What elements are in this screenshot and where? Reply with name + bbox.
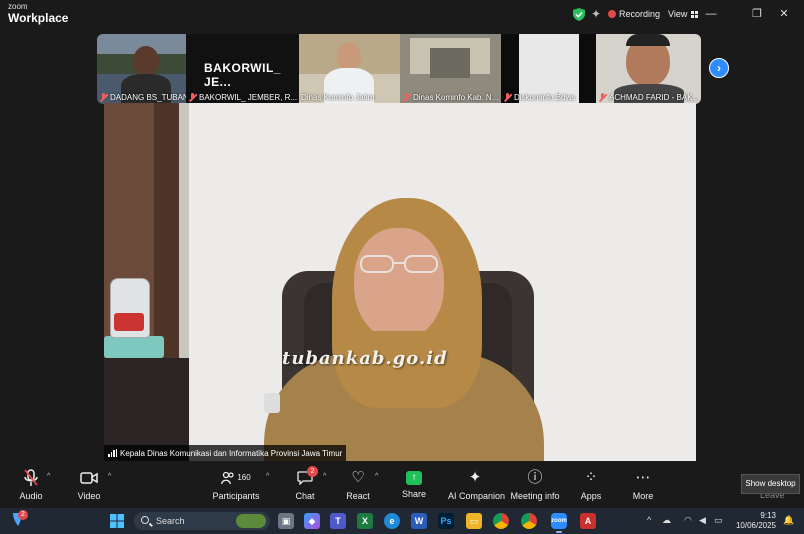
notification-badge: 2 <box>18 510 28 520</box>
notification-bell-icon[interactable]: 🔔 <box>783 515 794 526</box>
acrobat-icon[interactable]: A <box>580 513 596 529</box>
brand-top: zoom <box>8 2 28 11</box>
running-indicator <box>556 531 562 533</box>
participants-icon: 160 <box>212 467 260 489</box>
muted-mic-icon <box>503 93 512 102</box>
participant-gallery: DADANG BS_TUBAN BAKORWIL_ JE... BAKORWIL… <box>97 34 701 104</box>
participant-name: BAKORWIL_ JEMBER, R... <box>188 93 297 102</box>
video-camera-icon <box>74 467 104 489</box>
video-button[interactable]: Video <box>74 467 104 501</box>
ai-sparkle-icon[interactable]: ✦ <box>591 7 601 21</box>
audio-options-caret[interactable]: ^ <box>47 473 50 480</box>
participant-tile[interactable]: Dinas Kominfo Jatim <box>299 34 400 104</box>
title-bar: zoom Workplace ✦ Recording View — ❐ ✕ <box>0 0 804 30</box>
view-button[interactable]: View <box>668 9 699 19</box>
muted-mic-icon <box>598 93 607 102</box>
meeting-info-button[interactable]: ⓘ Meeting info <box>510 467 560 501</box>
active-speaker-video: tubankab.go.id Kepala Dinas Komunikasi d… <box>104 103 696 461</box>
copilot-icon[interactable]: ◆ <box>304 513 320 529</box>
task-view-icon[interactable]: ▣ <box>278 513 294 529</box>
battery-icon[interactable]: ▭ <box>714 515 723 526</box>
chrome-icon[interactable] <box>493 513 509 529</box>
windows-taskbar: 2 Search ▣ ◆ T X e W Ps ▭ zoom A ^ ☁ ◠ ◀… <box>0 508 804 534</box>
participants-options-caret[interactable]: ^ <box>266 473 269 480</box>
speaker-name-label: Kepala Dinas Komunikasi dan Informatika … <box>104 445 347 461</box>
search-placeholder: Search <box>156 516 185 526</box>
signal-strength-icon <box>108 449 117 457</box>
heart-icon: ♡ <box>351 469 365 486</box>
participant-display-name: BAKORWIL_ JE... <box>204 61 281 89</box>
participant-tile[interactable]: Diskominfo Bdws <box>501 34 596 104</box>
recording-indicator[interactable]: Recording <box>608 9 660 19</box>
chrome-profile-icon[interactable] <box>521 513 537 529</box>
clock-date: 10/06/2025 <box>735 521 776 530</box>
participant-name: Diskominfo Bdws <box>503 93 575 102</box>
meeting-toolbar: Audio ^ Video ^ 160 Participants ^ Chat … <box>0 462 804 506</box>
glasses <box>360 255 438 273</box>
participants-count: 160 <box>237 473 251 482</box>
minimize-button[interactable]: — <box>702 6 720 22</box>
audio-button[interactable]: Audio <box>16 467 46 501</box>
clock-time: 9:13 <box>760 511 776 520</box>
ai-companion-button[interactable]: ✦ AI Companion <box>448 467 505 501</box>
widgets-button[interactable]: 2 <box>10 510 28 532</box>
grid-view-icon <box>691 10 699 18</box>
show-desktop-tooltip: Show desktop <box>741 474 800 494</box>
apps-button[interactable]: ⁘ Apps <box>577 467 605 501</box>
react-button[interactable]: ♡ React <box>343 467 373 501</box>
photoshop-icon[interactable]: Ps <box>438 513 454 529</box>
participant-name: Dinas Kominfo Jatim <box>301 93 375 102</box>
muted-mic-icon <box>188 93 197 102</box>
participants-button[interactable]: 160 Participants <box>212 467 260 501</box>
file-explorer-icon[interactable]: ▭ <box>466 513 482 529</box>
participant-tile[interactable]: Dinas Kominfo Kab. N... <box>400 34 501 104</box>
participant-tile[interactable]: ACHMAD FARID - BAK... <box>596 34 701 104</box>
participant-tile[interactable]: DADANG BS_TUBAN <box>97 34 186 104</box>
chevron-right-icon[interactable]: › <box>709 58 729 78</box>
brand-bottom: Workplace <box>8 11 69 25</box>
muted-mic-icon <box>99 93 108 102</box>
participant-name: ACHMAD FARID - BAK... <box>598 93 699 102</box>
participant-name: Dinas Kominfo Kab. N... <box>402 93 498 102</box>
muted-microphone-icon <box>16 467 46 489</box>
security-shield-icon[interactable] <box>573 8 585 21</box>
onedrive-icon[interactable]: ☁ <box>662 515 671 526</box>
apps-icon: ⁘ <box>584 469 598 486</box>
excel-icon[interactable]: X <box>357 513 373 529</box>
close-button[interactable]: ✕ <box>775 6 793 22</box>
word-icon[interactable]: W <box>411 513 427 529</box>
participant-name: DADANG BS_TUBAN <box>99 93 186 102</box>
react-options-caret[interactable]: ^ <box>375 473 378 480</box>
tray-chevron-icon[interactable]: ^ <box>647 515 651 525</box>
share-arrow-icon: ↑ <box>406 471 422 485</box>
search-highlight-icon <box>236 514 266 528</box>
info-icon: ⓘ <box>527 469 543 486</box>
recording-label: Recording <box>619 9 661 19</box>
taskbar-search-box[interactable]: Search <box>134 512 270 530</box>
participant-tile[interactable]: BAKORWIL_ JE... BAKORWIL_ JEMBER, R... <box>186 34 299 104</box>
more-dots-icon: ⋯ <box>635 469 651 486</box>
muted-mic-icon <box>402 93 411 102</box>
chat-options-caret[interactable]: ^ <box>323 473 326 480</box>
zoom-logo: zoom Workplace <box>8 2 69 25</box>
edge-icon[interactable]: e <box>384 513 400 529</box>
restore-button[interactable]: ❐ <box>748 6 766 22</box>
windows-start-icon[interactable] <box>109 513 125 529</box>
taskbar-clock[interactable]: 9:13 10/06/2025 <box>732 511 776 531</box>
watermark: tubankab.go.id <box>282 348 448 369</box>
wifi-icon[interactable]: ◠ <box>684 515 692 526</box>
more-button[interactable]: ⋯ More <box>628 467 658 501</box>
ai-sparkle-icon: ✦ <box>468 469 482 486</box>
chat-unread-badge: 2 <box>307 466 318 477</box>
recording-dot-icon <box>608 10 616 18</box>
video-options-caret[interactable]: ^ <box>108 473 111 480</box>
share-button[interactable]: ↑ Share <box>399 467 429 499</box>
search-icon <box>141 516 149 524</box>
view-label: View <box>668 9 688 19</box>
volume-icon[interactable]: ◀ <box>699 515 706 526</box>
teams-icon[interactable]: T <box>330 513 346 529</box>
zoom-app-icon[interactable]: zoom <box>551 513 567 529</box>
